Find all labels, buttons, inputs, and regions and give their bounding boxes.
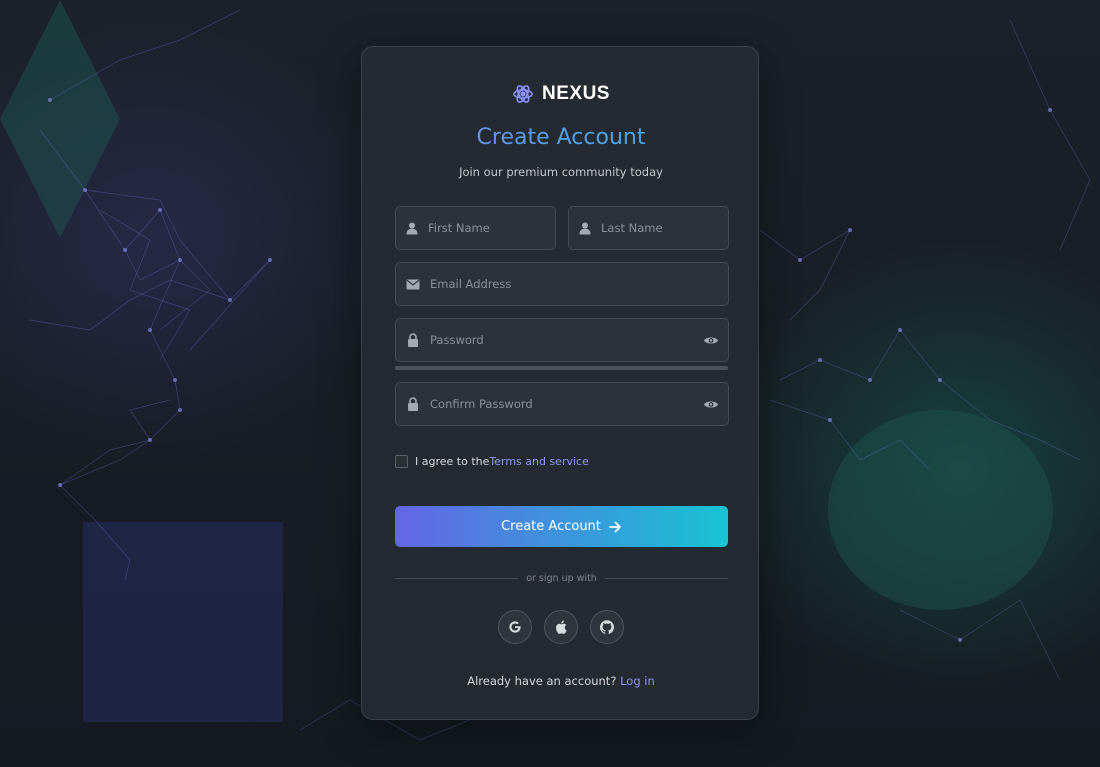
login-prompt-text: Already have an account? (467, 674, 617, 688)
user-icon (579, 221, 591, 235)
eye-icon[interactable] (703, 396, 719, 412)
divider: or sign up with (395, 572, 728, 584)
lock-icon (406, 333, 420, 347)
terms-agreement: I agree to theTerms and service (395, 453, 589, 469)
confirm-password-field (395, 382, 729, 426)
password-strength-bar (395, 366, 728, 370)
apple-icon (556, 620, 567, 634)
lock-icon (406, 397, 420, 411)
google-signup-button[interactable] (498, 610, 532, 644)
terms-checkbox[interactable] (395, 454, 408, 468)
brand: NEXUS (362, 81, 760, 107)
page-subtitle: Join our premium community today (459, 165, 663, 179)
envelope-icon (406, 277, 420, 291)
create-account-label: Create Account (501, 519, 601, 534)
social-signup (362, 610, 760, 646)
confirm-password-input[interactable] (430, 383, 703, 425)
login-link[interactable]: Log in (620, 674, 655, 688)
terms-link[interactable]: Terms and service (489, 455, 588, 468)
password-input[interactable] (430, 319, 703, 361)
eye-icon[interactable] (703, 332, 719, 348)
apple-signup-button[interactable] (544, 610, 578, 644)
create-account-button[interactable]: Create Account (395, 506, 728, 547)
arrow-right-icon (609, 521, 621, 532)
github-icon (600, 620, 614, 634)
google-icon (509, 621, 521, 633)
password-field (395, 318, 729, 362)
email-input[interactable] (430, 263, 728, 305)
terms-prefix: I agree to the (415, 454, 490, 468)
brand-name: NEXUS (542, 83, 610, 104)
atom-gear-icon (513, 85, 533, 103)
terms-label: I agree to theTerms and service (415, 455, 589, 468)
user-icon (406, 221, 418, 235)
login-prompt: Already have an account? Log in (362, 674, 760, 688)
email-field (395, 262, 729, 306)
last-name-input[interactable] (601, 207, 747, 249)
page-title: Create Account (362, 125, 760, 150)
divider-line (604, 577, 728, 579)
github-signup-button[interactable] (590, 610, 624, 644)
divider-text: or sign up with (526, 572, 597, 584)
first-name-input[interactable] (428, 207, 574, 249)
first-name-field (395, 206, 574, 250)
signup-card: NEXUS Create Account Join our premium co… (361, 46, 759, 720)
last-name-field (568, 206, 747, 250)
divider-line (395, 577, 519, 579)
